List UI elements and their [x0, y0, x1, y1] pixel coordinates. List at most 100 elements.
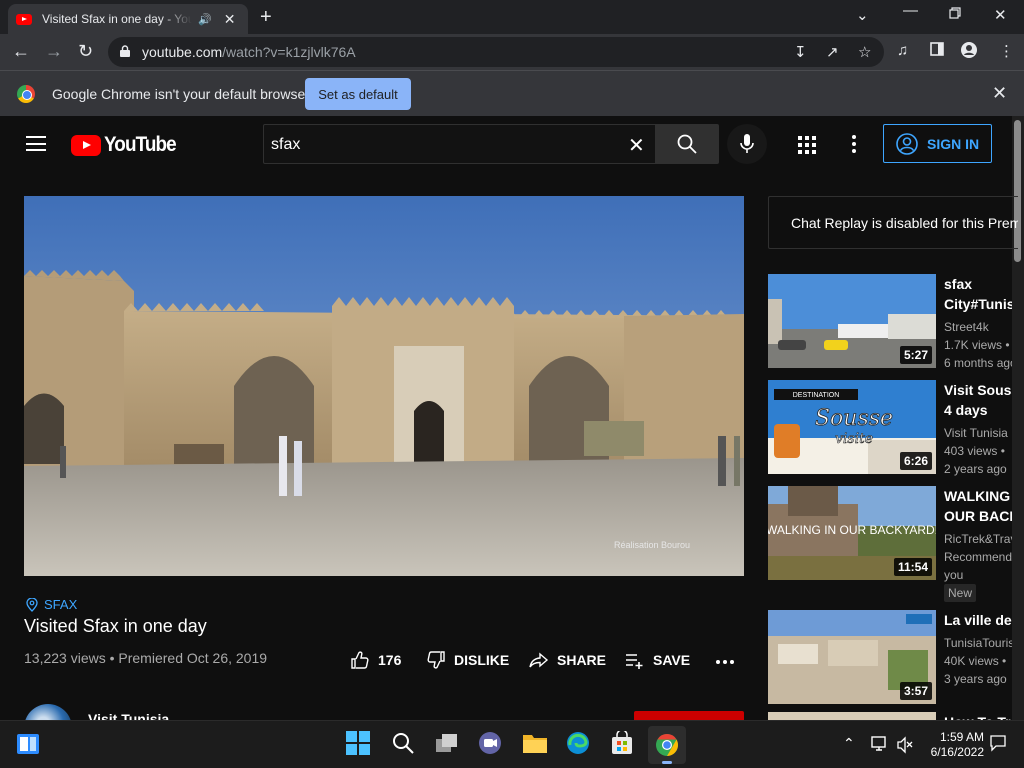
related-title[interactable]: La ville de Sfax	[944, 610, 1012, 630]
dislike-label: DISLIKE	[454, 652, 510, 668]
related-video[interactable]: WALKING IN OUR BACKYARD! 11:54 WALKING I…	[768, 486, 1012, 606]
video-thumbnail[interactable]	[768, 712, 936, 720]
guide-menu-icon[interactable]	[26, 136, 46, 151]
more-actions-icon[interactable]	[716, 660, 734, 664]
search-icon[interactable]	[391, 731, 417, 757]
share-label: SHARE	[557, 652, 607, 668]
account-circle-icon	[896, 132, 918, 155]
browser-toolbar: ← → ↻ youtube.com/watch?v=k1zjlvlk76A ↧ …	[0, 34, 1024, 70]
related-age: 2 years ago	[944, 462, 1007, 476]
apps-grid-icon[interactable]	[798, 136, 816, 154]
media-control-icon[interactable]: ♫	[897, 42, 908, 59]
voice-search-button[interactable]	[727, 124, 767, 164]
back-button[interactable]: ←	[12, 41, 30, 62]
close-window-button[interactable]: ✕	[994, 6, 1007, 24]
like-button[interactable]: 176	[350, 650, 401, 670]
dislike-button[interactable]: DISLIKE	[426, 650, 509, 670]
forward-button[interactable]: →	[45, 41, 63, 62]
location-pin-icon	[26, 597, 38, 612]
clock-time: 1:59 AM	[939, 730, 984, 744]
youtube-favicon-icon	[16, 13, 32, 25]
bookmark-star-icon[interactable]: ☆	[858, 43, 871, 61]
file-explorer-icon[interactable]	[522, 731, 548, 757]
search-button[interactable]	[656, 124, 719, 164]
set-as-default-button[interactable]: Set as default	[305, 78, 411, 110]
new-tab-button[interactable]: +	[260, 6, 272, 29]
address-bar[interactable]: youtube.com/watch?v=k1zjlvlk76A ↧ ↗ ☆	[108, 37, 884, 67]
microsoft-store-icon[interactable]	[610, 729, 636, 757]
video-thumbnail[interactable]: 3:57	[768, 610, 936, 704]
related-title[interactable]: How To Travel	[944, 712, 1012, 720]
thumbs-down-icon	[427, 651, 445, 669]
network-icon[interactable]	[870, 735, 888, 753]
show-hidden-icons-chevron-icon[interactable]: ⌃	[843, 735, 859, 751]
related-video[interactable]: 3:57 La ville de Sfax TunisiaTourism 40K…	[768, 610, 1012, 706]
chrome-taskbar-button[interactable]	[648, 726, 686, 764]
related-video[interactable]: 5:27 sfaxCity#Tunisia Street4k 1.7K view…	[768, 274, 1012, 370]
notifications-icon[interactable]	[989, 734, 1007, 752]
audio-playing-icon[interactable]: 🔊	[198, 13, 212, 26]
chrome-icon	[656, 734, 678, 756]
related-title[interactable]: WALKING INOUR BACKYARD	[944, 486, 1012, 526]
new-badge: New	[944, 584, 977, 602]
profile-icon[interactable]	[961, 42, 977, 62]
system-clock[interactable]: 1:59 AM 6/16/2022	[924, 730, 984, 760]
related-age: 3 years ago	[944, 672, 1007, 686]
related-views: 1.7K views •	[944, 338, 1010, 352]
microphone-icon	[740, 134, 754, 153]
youtube-logo[interactable]: YouTube	[71, 133, 184, 157]
related-title[interactable]: Visit Sousse4 days	[944, 380, 1012, 420]
like-count: 176	[378, 652, 402, 668]
video-duration: 6:26	[899, 452, 932, 470]
restore-button[interactable]	[949, 6, 961, 23]
video-player[interactable]: Réalisation Bourou	[24, 196, 744, 576]
video-watermark: Réalisation Bourou	[614, 540, 690, 550]
reload-button[interactable]: ↻	[78, 41, 93, 62]
settings-more-icon[interactable]	[852, 135, 856, 156]
related-channel: Visit Tunisia	[944, 426, 1008, 440]
related-title[interactable]: sfaxCity#Tunisia	[944, 274, 1012, 314]
share-icon[interactable]: ↗	[826, 43, 839, 61]
tab-close-icon[interactable]: ✕	[224, 11, 236, 28]
infobar-close-icon[interactable]: ✕	[992, 83, 1007, 104]
volume-muted-icon[interactable]	[896, 736, 914, 754]
tab-strip: Visited Sfax in one day - YouTube 🔊 ✕ + …	[0, 0, 1024, 34]
sign-in-label: SIGN IN	[927, 135, 980, 152]
video-duration: 3:57	[899, 682, 932, 700]
related-video[interactable]: How To Travel	[768, 712, 1012, 720]
related-age: 6 months ago	[944, 356, 1012, 370]
hashtag-link[interactable]: SFAX	[26, 597, 77, 612]
minimize-button[interactable]: —	[903, 2, 918, 19]
browser-tab[interactable]: Visited Sfax in one day - YouTube 🔊 ✕	[8, 4, 248, 34]
start-button-icon[interactable]	[346, 731, 372, 757]
video-title: Visited Sfax in one day	[24, 616, 207, 636]
chat-replay-panel: Chat Replay is disabled for this Premier…	[768, 196, 1018, 249]
chrome-menu-icon[interactable]: ⋮	[999, 42, 1014, 60]
edge-icon[interactable]	[566, 731, 592, 757]
video-duration: 11:54	[893, 558, 932, 576]
widgets-icon[interactable]	[16, 733, 40, 755]
video-thumbnail[interactable]: 5:27	[768, 274, 936, 368]
chat-replay-message: Chat Replay is disabled for this Premier…	[791, 215, 1018, 231]
install-app-icon[interactable]: ↧	[794, 43, 807, 61]
chrome-logo-icon	[17, 85, 35, 103]
url-text[interactable]: youtube.com/watch?v=k1zjlvlk76A	[142, 44, 356, 60]
teams-chat-icon[interactable]	[478, 731, 504, 757]
task-view-icon[interactable]	[434, 731, 460, 757]
search-input[interactable]: sfax ✕	[263, 124, 656, 164]
hashtag-label: SFAX	[44, 597, 78, 612]
tab-search-chevron-icon[interactable]: ⌄	[856, 6, 869, 24]
lock-icon	[120, 45, 130, 57]
save-button[interactable]: SAVE	[625, 650, 690, 670]
video-thumbnail[interactable]: WALKING IN OUR BACKYARD! 11:54	[768, 486, 936, 580]
video-frame: Réalisation Bourou	[24, 196, 744, 576]
share-button[interactable]: SHARE	[529, 650, 606, 670]
side-panel-icon[interactable]	[930, 42, 944, 60]
infobar-message: Google Chrome isn't your default browser	[52, 86, 310, 102]
sign-in-button[interactable]: SIGN IN	[883, 124, 992, 163]
video-meta: 13,223 views • Premiered Oct 26, 2019	[24, 650, 268, 666]
youtube-wordmark: YouTube	[104, 133, 177, 156]
video-thumbnail[interactable]: DESTINATION Sousse visite 6:26	[768, 380, 936, 474]
clear-search-icon[interactable]: ✕	[628, 133, 645, 158]
related-video[interactable]: DESTINATION Sousse visite 6:26 Visit Sou…	[768, 380, 1012, 476]
